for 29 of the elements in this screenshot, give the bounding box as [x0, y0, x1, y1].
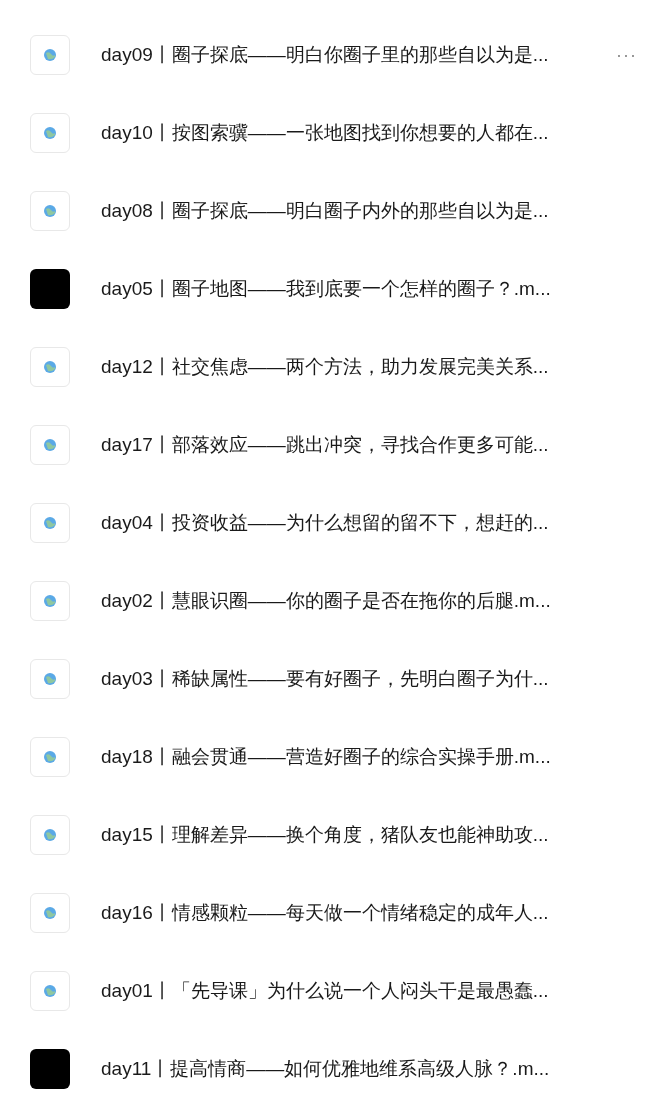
globe-file-icon: [30, 425, 70, 465]
file-name: day05丨圈子地图——我到底要一个怎样的圈子？.m...: [101, 277, 551, 301]
thumbnail: [30, 1049, 70, 1089]
thumbnail: [30, 269, 70, 309]
globe-file-icon: [30, 659, 70, 699]
file-name: day03丨稀缺属性——要有好圈子，先明白圈子为什...: [101, 667, 549, 691]
file-name: day16丨情感颗粒——每天做一个情绪稳定的成年人...: [101, 901, 549, 925]
globe-file-icon: [30, 35, 70, 75]
file-name: day12丨社交焦虑——两个方法，助力发展完美关系...: [101, 355, 549, 379]
file-name: day17丨部落效应——跳出冲突，寻找合作更多可能...: [101, 433, 549, 457]
globe-file-icon: [30, 191, 70, 231]
globe-file-icon: [30, 347, 70, 387]
file-name: day15丨理解差异——换个角度，猪队友也能神助攻...: [101, 823, 549, 847]
globe-file-icon: [30, 971, 70, 1011]
file-name: day10丨按图索骥——一张地图找到你想要的人都在...: [101, 121, 549, 145]
more-button[interactable]: ···: [616, 44, 637, 66]
file-name: day08丨圈子探底——明白圈子内外的那些自以为是...: [101, 199, 549, 223]
globe-file-icon: [30, 113, 70, 153]
globe-file-icon: [30, 581, 70, 621]
file-name: day09丨圈子探底——明白你圈子里的那些自以为是...: [101, 43, 549, 67]
file-name: day02丨慧眼识圈——你的圈子是否在拖你的后腿.m...: [101, 589, 551, 613]
globe-file-icon: [30, 503, 70, 543]
globe-file-icon: [30, 893, 70, 933]
file-name: day11丨提高情商——如何优雅地维系高级人脉？.m...: [101, 1057, 550, 1081]
file-name: day18丨融会贯通——营造好圈子的综合实操手册.m...: [101, 745, 551, 769]
file-name: day04丨投资收益——为什么想留的留不下，想赶的...: [101, 511, 549, 535]
file-name: day01丨「先导课」为什么说一个人闷头干是最愚蠢...: [101, 979, 549, 1003]
globe-file-icon: [30, 737, 70, 777]
globe-file-icon: [30, 815, 70, 855]
